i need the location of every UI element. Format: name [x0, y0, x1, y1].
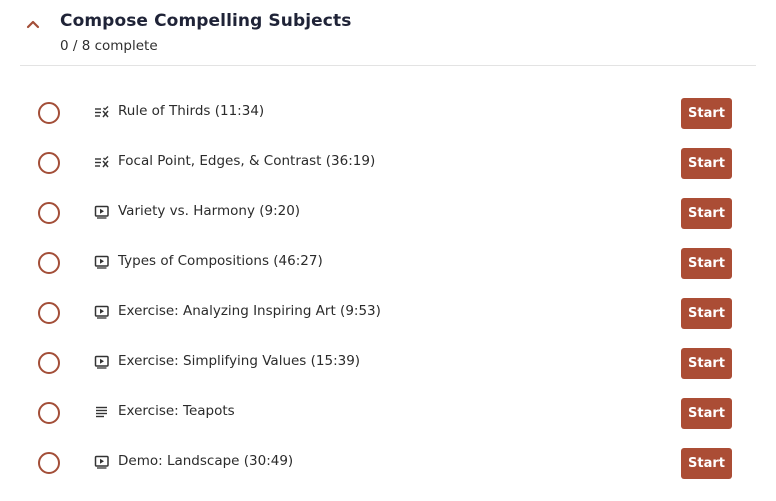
video-icon: [94, 355, 110, 369]
status-circle-icon[interactable]: [38, 152, 60, 174]
start-button[interactable]: Start: [681, 348, 732, 379]
start-button[interactable]: Start: [681, 198, 732, 229]
quiz-icon: [94, 155, 110, 169]
lesson-title[interactable]: Types of Compositions (46:27): [118, 253, 323, 269]
lesson-row[interactable]: Exercise: Teapots Start: [0, 388, 776, 438]
video-icon: [94, 205, 110, 219]
status-circle-icon[interactable]: [38, 452, 60, 474]
divider: [20, 65, 756, 66]
lesson-row[interactable]: Focal Point, Edges, & Contrast (36:19) St…: [0, 138, 776, 188]
start-button[interactable]: Start: [681, 448, 732, 479]
section-title: Compose Compelling Subjects: [60, 11, 352, 31]
lesson-row[interactable]: Variety vs. Harmony (9:20) Start: [0, 188, 776, 238]
status-circle-icon[interactable]: [38, 402, 60, 424]
lesson-title[interactable]: Variety vs. Harmony (9:20): [118, 203, 300, 219]
chevron-up-icon[interactable]: [22, 14, 44, 36]
lesson-row[interactable]: Rule of Thirds (11:34) Start: [0, 88, 776, 138]
status-circle-icon[interactable]: [38, 102, 60, 124]
start-button[interactable]: Start: [681, 148, 732, 179]
start-button[interactable]: Start: [681, 398, 732, 429]
lesson-title[interactable]: Focal Point, Edges, & Contrast (36:19): [118, 153, 375, 169]
status-circle-icon[interactable]: [38, 352, 60, 374]
section-progress: 0 / 8 complete: [60, 38, 158, 54]
start-button[interactable]: Start: [681, 98, 732, 129]
status-circle-icon[interactable]: [38, 252, 60, 274]
lesson-row[interactable]: Exercise: Simplifying Values (15:39) Star…: [0, 338, 776, 388]
video-icon: [94, 455, 110, 469]
lesson-title[interactable]: Exercise: Analyzing Inspiring Art (9:53): [118, 303, 381, 319]
video-icon: [94, 255, 110, 269]
lesson-title[interactable]: Exercise: Simplifying Values (15:39): [118, 353, 360, 369]
lesson-title[interactable]: Exercise: Teapots: [118, 403, 235, 419]
course-section: Compose Compelling Subjects 0 / 8 comple…: [0, 0, 776, 501]
quiz-icon: [94, 105, 110, 119]
start-button[interactable]: Start: [681, 248, 732, 279]
status-circle-icon[interactable]: [38, 202, 60, 224]
lesson-row[interactable]: Types of Compositions (46:27) Start: [0, 238, 776, 288]
start-button[interactable]: Start: [681, 298, 732, 329]
status-circle-icon[interactable]: [38, 302, 60, 324]
video-icon: [94, 305, 110, 319]
lesson-list: Rule of Thirds (11:34) Start Focal Point,…: [0, 88, 776, 488]
text-lesson-icon: [94, 405, 110, 419]
section-header[interactable]: Compose Compelling Subjects 0 / 8 comple…: [0, 0, 776, 66]
lesson-title[interactable]: Demo: Landscape (30:49): [118, 453, 293, 469]
lesson-row[interactable]: Demo: Landscape (30:49) Start: [0, 438, 776, 488]
lesson-row[interactable]: Exercise: Analyzing Inspiring Art (9:53)…: [0, 288, 776, 338]
lesson-title[interactable]: Rule of Thirds (11:34): [118, 103, 264, 119]
